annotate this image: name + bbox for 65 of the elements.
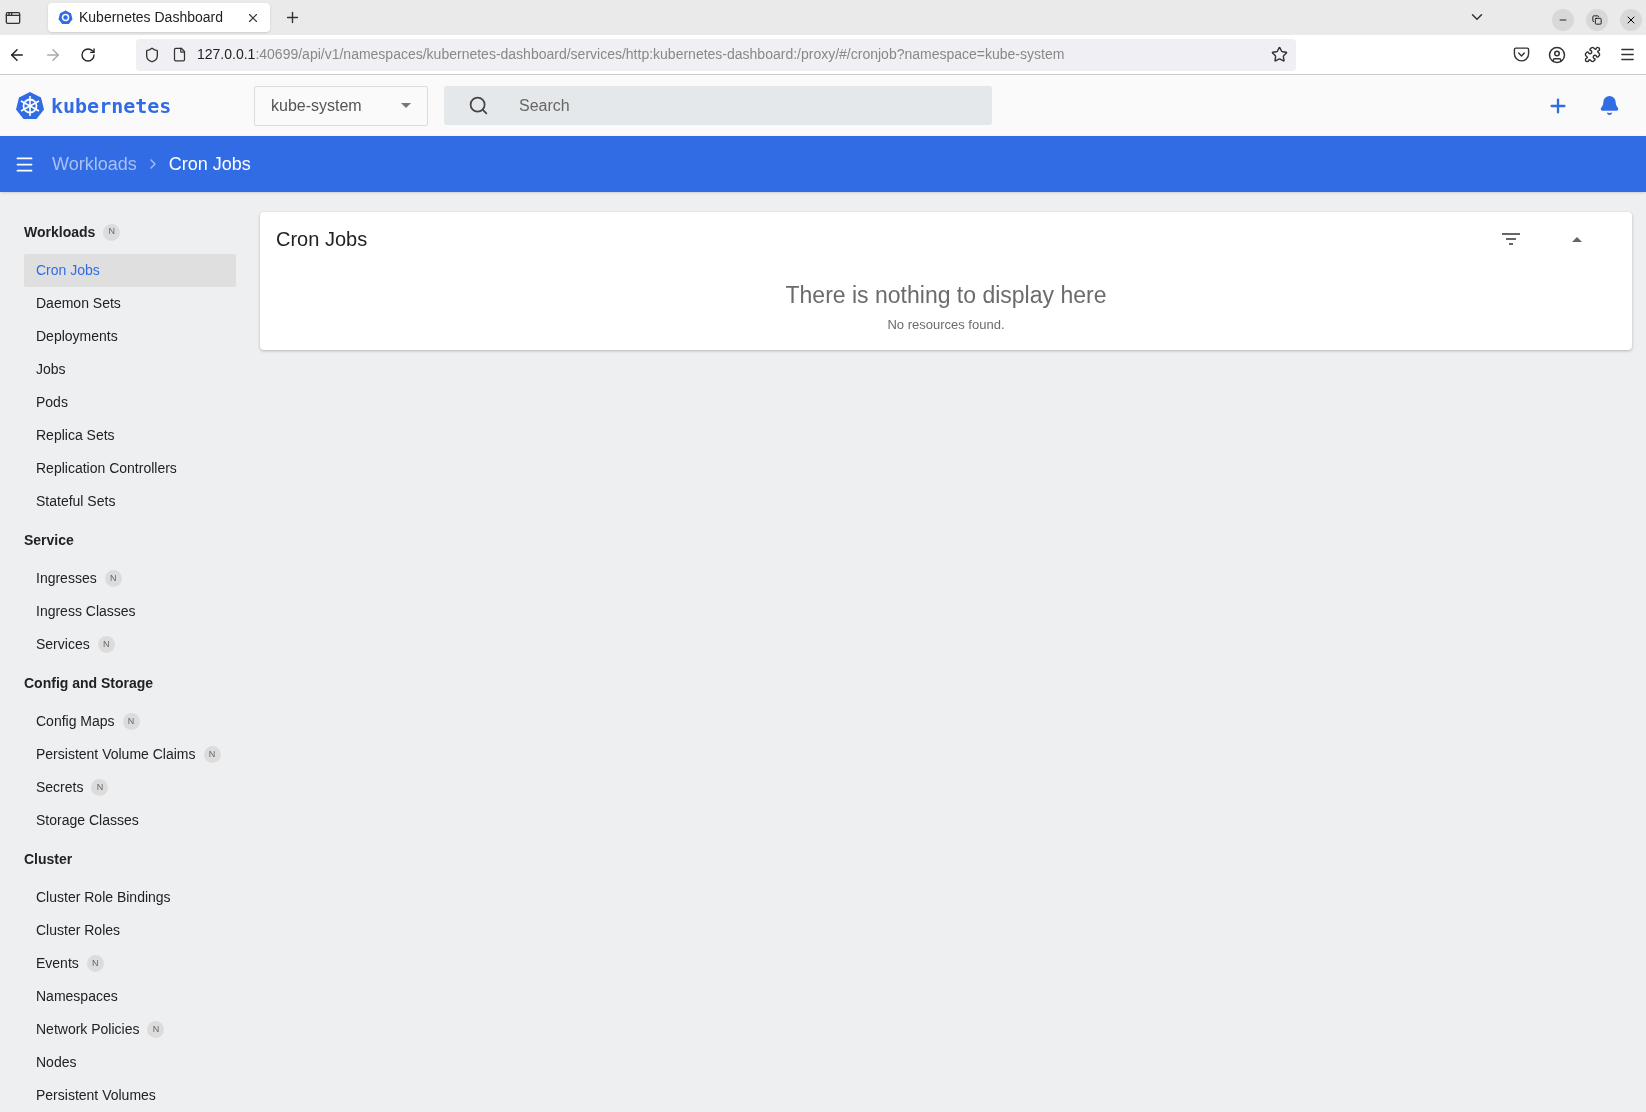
- filter-icon[interactable]: [1502, 233, 1520, 245]
- nav-item[interactable]: Nodes: [24, 1046, 236, 1079]
- empty-state-title: There is nothing to display here: [785, 281, 1107, 310]
- reload-icon[interactable]: [80, 46, 96, 63]
- nav-item[interactable]: Ingress Classes: [24, 595, 236, 628]
- address-bar[interactable]: 127.0.0.1:40699/api/v1/namespaces/kubernetes-dashboard/services/http:kubernetes-dashboard:/proxy/#/cronjob?namespace=kube-system: [136, 38, 1296, 71]
- new-badge: N: [147, 1021, 165, 1038]
- nav-item[interactable]: Services N: [24, 628, 236, 661]
- bookmark-star-icon[interactable]: [1271, 46, 1288, 63]
- kubernetes-logo-text: kubernetes: [51, 92, 172, 120]
- nav-item[interactable]: Config Maps N: [24, 705, 236, 738]
- nav-item[interactable]: Storage Classes: [24, 804, 236, 837]
- new-badge: N: [91, 779, 109, 796]
- notifications-bell-icon[interactable]: [1599, 95, 1620, 116]
- new-badge: N: [122, 713, 140, 730]
- nav-item[interactable]: Jobs: [24, 353, 236, 386]
- collapse-caret-icon[interactable]: [1572, 236, 1582, 242]
- nav-item[interactable]: Namespaces: [24, 980, 236, 1013]
- new-badge: N: [97, 636, 115, 653]
- search-field[interactable]: Search: [444, 86, 992, 125]
- new-badge: N: [103, 223, 121, 241]
- new-badge: N: [104, 570, 122, 587]
- nav-item[interactable]: Ingresses N: [24, 562, 236, 595]
- card-title: Cron Jobs: [276, 227, 369, 252]
- page-icon: [172, 47, 187, 62]
- nav-item[interactable]: Events N: [24, 947, 236, 980]
- namespace-select[interactable]: kube-system: [254, 85, 428, 126]
- new-badge: N: [203, 746, 221, 763]
- page-title: Cron Jobs: [168, 152, 251, 176]
- account-icon[interactable]: [1548, 45, 1566, 64]
- nav-item[interactable]: Pods: [24, 386, 236, 419]
- nav-item[interactable]: Deployments: [24, 320, 236, 353]
- tab-list-icon[interactable]: [5, 10, 21, 26]
- restore-icon: [1592, 15, 1602, 25]
- dropdown-caret-icon: [401, 103, 411, 108]
- nav-item[interactable]: Persistent Volume Claims N: [24, 738, 236, 771]
- nav-section-title: Cluster: [24, 849, 73, 869]
- close-window-button[interactable]: [1620, 9, 1642, 31]
- nav-item[interactable]: Network Policies N: [24, 1013, 236, 1046]
- empty-state-subtitle: No resources found.: [887, 315, 1005, 334]
- restore-button[interactable]: [1586, 9, 1608, 31]
- nav-section-title: Config and Storage: [24, 673, 154, 693]
- tab-title: Kubernetes Dashboard: [79, 8, 224, 27]
- helm-wheel-logo-icon: [15, 90, 45, 121]
- nav-item[interactable]: Daemon Sets: [24, 287, 236, 320]
- nav-section-title: Service: [24, 530, 74, 550]
- nav-item[interactable]: Cluster Role Bindings: [24, 881, 236, 914]
- browser-tab[interactable]: Kubernetes Dashboard: [48, 3, 270, 32]
- nav-item[interactable]: Replica Sets: [24, 419, 236, 452]
- new-badge: N: [86, 955, 104, 972]
- new-tab-icon[interactable]: [284, 9, 301, 26]
- nav-item[interactable]: Cluster Roles: [24, 914, 236, 947]
- nav-section-title: Workloads: [24, 222, 96, 242]
- url-text: 127.0.0.1:40699/api/v1/namespaces/kubernetes-dashboard/services/http:kubernetes-dashboard:/proxy/#/cronjob?namespace=kube-system: [197, 45, 1066, 64]
- nav-item[interactable]: Stateful Sets: [24, 485, 236, 518]
- search-icon: [468, 95, 489, 116]
- shield-icon: [144, 46, 160, 63]
- nav-item[interactable]: Replication Controllers: [24, 452, 236, 485]
- nav-item[interactable]: Secrets N: [24, 771, 236, 804]
- close-icon: [1625, 14, 1637, 26]
- extensions-icon[interactable]: [1584, 46, 1601, 63]
- nav-item[interactable]: Persistent Volumes: [24, 1079, 236, 1112]
- minimize-button[interactable]: [1552, 9, 1574, 31]
- menu-icon[interactable]: [1619, 46, 1636, 63]
- nav-item[interactable]: Cron Jobs: [24, 254, 236, 287]
